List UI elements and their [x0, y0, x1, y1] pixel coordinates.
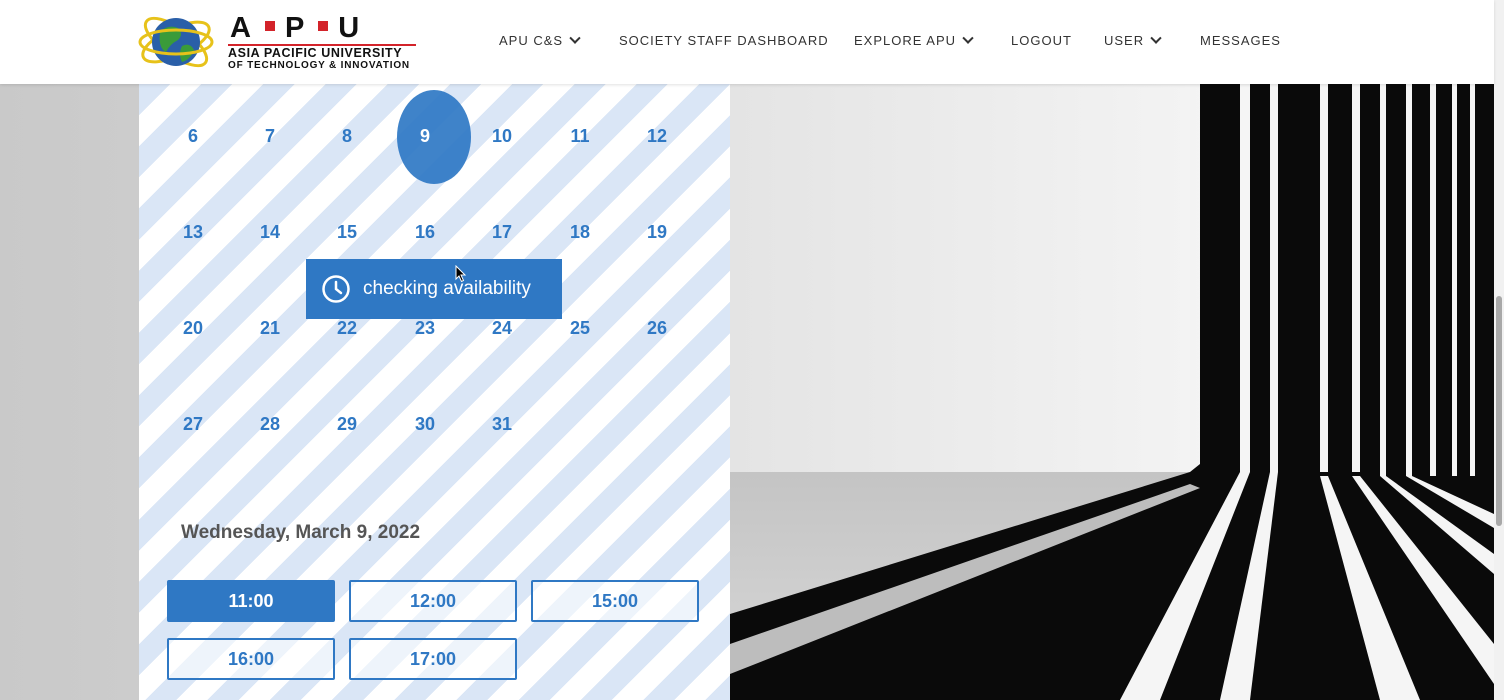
hero-stripes-image [730, 84, 1494, 700]
calendar-day[interactable]: 25 [550, 318, 610, 339]
nav-user[interactable]: USER [1104, 32, 1162, 48]
nav-explore-apu[interactable]: EXPLORE APU [854, 32, 974, 48]
calendar-day[interactable]: 10 [472, 126, 532, 147]
main-nav: APU C&S SOCIETY STAFF DASHBOARD EXPLORE … [0, 0, 1494, 84]
calendar-day-selected[interactable]: 9 [395, 126, 455, 147]
calendar-day[interactable]: 12 [627, 126, 687, 147]
nav-logout[interactable]: LOGOUT [1011, 33, 1072, 48]
availability-status-text: checking availability [363, 278, 531, 299]
calendar-day[interactable]: 28 [240, 414, 300, 435]
site-header: APU ASIA PACIFIC UNIVERSITY OF TECHNOLOG… [0, 0, 1494, 84]
calendar-day[interactable]: 18 [550, 222, 610, 243]
calendar-day[interactable]: 11 [550, 126, 610, 147]
calendar-day[interactable]: 27 [163, 414, 223, 435]
clock-icon [322, 275, 350, 303]
time-slot-button[interactable]: 11:00 [167, 580, 335, 622]
calendar-day[interactable]: 24 [472, 318, 532, 339]
calendar-day[interactable]: 19 [627, 222, 687, 243]
calendar-day[interactable]: 6 [163, 126, 223, 147]
nav-messages[interactable]: MESSAGES [1200, 33, 1281, 48]
calendar-day[interactable]: 14 [240, 222, 300, 243]
time-slot-button[interactable]: 15:00 [531, 580, 699, 622]
page-scrollbar[interactable] [1494, 0, 1504, 700]
calendar-day[interactable]: 29 [317, 414, 377, 435]
calendar-day[interactable]: 30 [395, 414, 455, 435]
mouse-pointer-icon [455, 265, 467, 283]
time-slot-button[interactable]: 16:00 [167, 638, 335, 680]
time-slot-button[interactable]: 17:00 [349, 638, 517, 680]
calendar-day[interactable]: 7 [240, 126, 300, 147]
chevron-down-icon [1150, 32, 1162, 44]
calendar-day[interactable]: 31 [472, 414, 532, 435]
nav-apu-cs[interactable]: APU C&S [499, 32, 581, 48]
availability-status-banner: checking availability [306, 259, 562, 319]
chevron-down-icon [569, 32, 581, 44]
calendar-day[interactable]: 17 [472, 222, 532, 243]
calendar-day[interactable]: 20 [163, 318, 223, 339]
calendar-day[interactable]: 15 [317, 222, 377, 243]
nav-society-staff-dashboard[interactable]: SOCIETY STAFF DASHBOARD [619, 33, 829, 48]
time-slot-button[interactable]: 12:00 [349, 580, 517, 622]
calendar-day[interactable]: 26 [627, 318, 687, 339]
selected-date-label: Wednesday, March 9, 2022 [181, 522, 421, 543]
booking-calendar: 6 7 8 9 10 11 12 13 14 15 16 17 18 19 20… [139, 84, 730, 700]
calendar-day[interactable]: 13 [163, 222, 223, 243]
scrollbar-thumb[interactable] [1496, 296, 1502, 526]
calendar-day[interactable]: 21 [240, 318, 300, 339]
calendar-day[interactable]: 22 [317, 318, 377, 339]
calendar-day[interactable]: 23 [395, 318, 455, 339]
calendar-day[interactable]: 16 [395, 222, 455, 243]
calendar-day[interactable]: 8 [317, 126, 377, 147]
chevron-down-icon [962, 32, 974, 44]
